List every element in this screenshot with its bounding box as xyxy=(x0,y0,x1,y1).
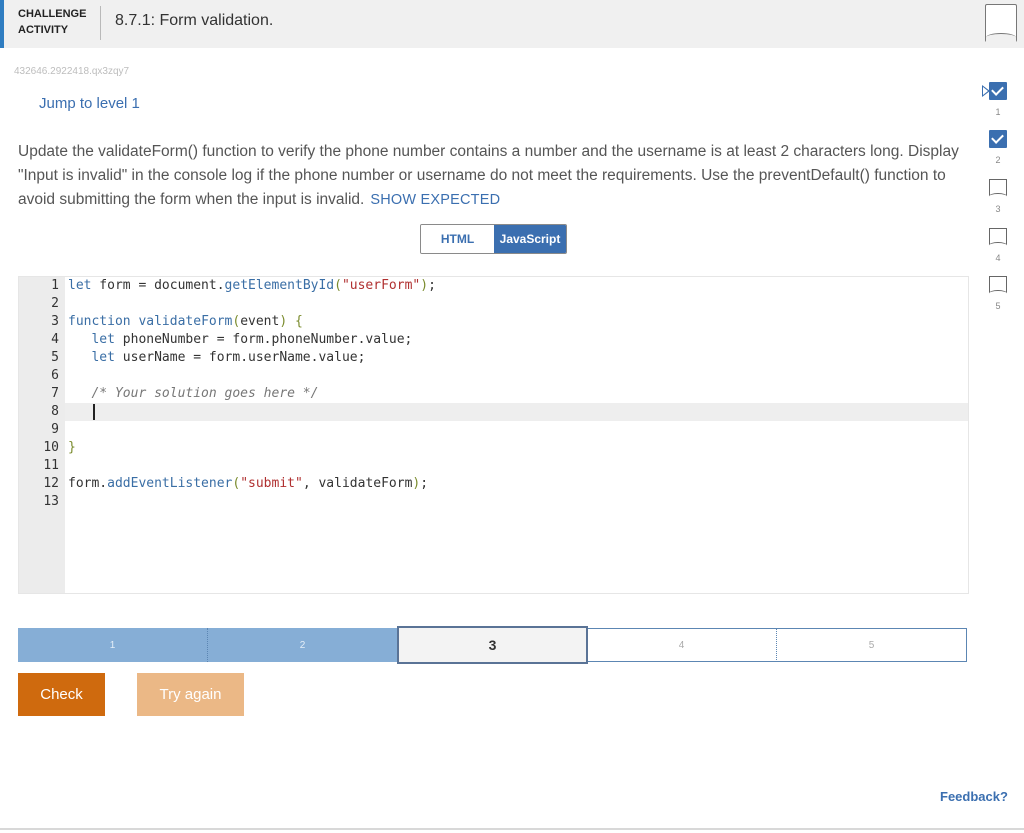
bookmark-icon xyxy=(989,179,1007,200)
side-level-5[interactable]: 5 xyxy=(985,276,1015,316)
level-3-current[interactable]: 3 xyxy=(397,626,588,664)
code-line: 6 xyxy=(51,368,59,383)
level-5[interactable]: 5 xyxy=(777,628,967,662)
code-line: 4 let phoneNumber = form.phoneNumber.val… xyxy=(51,332,413,347)
header-divider xyxy=(100,6,101,40)
code-line: 13 xyxy=(43,494,59,509)
tab-html[interactable]: HTML xyxy=(421,225,494,253)
feedback-link[interactable]: Feedback? xyxy=(940,789,1008,804)
code-line-active[interactable] xyxy=(65,403,968,421)
activity-title: 8.7.1: Form validation. xyxy=(115,12,274,29)
bottom-divider xyxy=(0,828,1024,830)
activity-header: CHALLENGE ACTIVITY 8.7.1: Form validatio… xyxy=(0,0,1024,48)
side-level-3[interactable]: 3 xyxy=(985,179,1015,219)
code-line: 10} xyxy=(43,440,76,455)
jump-to-level-link[interactable]: Jump to level 1 xyxy=(39,95,140,112)
try-again-button[interactable]: Try again xyxy=(137,673,244,716)
activity-id: 432646.2922418.qx3zqy7 xyxy=(14,66,130,77)
instructions: Update the validateForm() function to ve… xyxy=(18,140,973,212)
bookmark-icon xyxy=(989,228,1007,249)
language-tabs: HTML JavaScript xyxy=(420,224,567,254)
code-editor[interactable]: 1 let form = document.getElementById("use… xyxy=(18,276,969,594)
level-2[interactable]: 2 xyxy=(208,628,398,662)
side-level-4[interactable]: 4 xyxy=(985,228,1015,268)
bookmark-icon[interactable] xyxy=(985,4,1017,42)
side-level-1[interactable]: 1 xyxy=(982,82,1015,122)
code-line: 11 xyxy=(43,458,59,473)
code-line: 2 xyxy=(51,296,59,311)
bookmark-icon xyxy=(989,276,1007,297)
level-1[interactable]: 1 xyxy=(18,628,208,662)
code-line: 1 let form = document.getElementById("use… xyxy=(51,278,436,293)
code-line: 7 /* Your solution goes here */ xyxy=(51,386,319,401)
tab-javascript[interactable]: JavaScript xyxy=(494,225,566,253)
side-level-2[interactable]: 2 xyxy=(985,130,1015,170)
level-progress-bar: 1 2 3 4 5 xyxy=(18,626,967,664)
text-cursor xyxy=(93,403,95,420)
checkmark-icon xyxy=(989,82,1007,100)
checkmark-icon xyxy=(989,130,1007,148)
code-line: 12 form.addEventListener("submit", valida… xyxy=(43,476,429,491)
level-4[interactable]: 4 xyxy=(587,628,777,662)
code-line-number: 8 xyxy=(51,404,59,419)
challenge-activity-badge: CHALLENGE ACTIVITY xyxy=(18,8,87,36)
check-button[interactable]: Check xyxy=(18,673,105,716)
code-line: 3 function validateForm(event) { xyxy=(51,314,303,329)
code-line: 5 let userName = form.userName.value; xyxy=(51,350,366,365)
code-line: 9 xyxy=(51,422,59,437)
show-expected-link[interactable]: SHOW EXPECTED xyxy=(370,192,500,208)
